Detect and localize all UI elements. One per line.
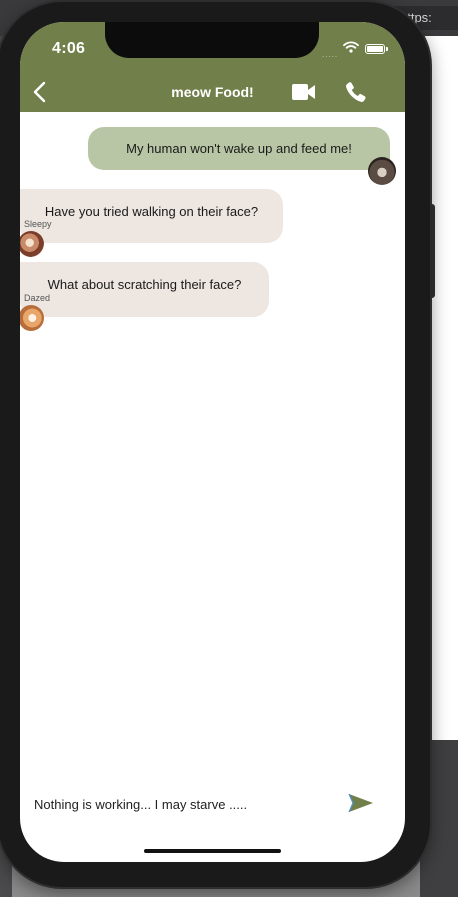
phone-notch — [105, 22, 319, 58]
wifi-icon — [343, 41, 359, 53]
video-camera-icon — [292, 84, 315, 100]
outgoing-message: My human won't wake up and feed me! — [88, 127, 390, 170]
video-call-button[interactable] — [292, 83, 316, 101]
battery-tip — [386, 47, 388, 51]
status-time: 4:06 — [52, 40, 86, 57]
voice-call-button[interactable] — [345, 81, 367, 103]
message-composer — [20, 785, 405, 821]
avatar — [368, 157, 396, 185]
desktop: https: 4:06 ..... meow Food! My human wo… — [0, 0, 458, 897]
message-list[interactable]: My human won't wake up and feed me! Have… — [20, 112, 405, 772]
incoming-message: What about scratching their face? — [20, 262, 269, 317]
message-text: What about scratching their face? — [47, 277, 242, 292]
incoming-message: Have you tried walking on their face? — [20, 189, 283, 243]
phone-side-button — [430, 204, 435, 298]
phone-screen: 4:06 ..... meow Food! My human won't wak… — [20, 22, 405, 862]
avatar — [20, 231, 44, 257]
phone-icon — [346, 82, 366, 102]
sender-name: Dazed — [24, 293, 51, 303]
home-indicator — [144, 849, 281, 853]
avatar — [20, 305, 44, 331]
message-text: Have you tried walking on their face? — [44, 204, 259, 219]
cellular-signal: ..... — [322, 50, 339, 59]
message-input[interactable] — [32, 791, 336, 817]
sender-name: Sleepy — [24, 219, 52, 229]
chat-header: 4:06 ..... meow Food! — [20, 22, 405, 112]
battery-icon — [365, 44, 385, 54]
send-icon — [348, 793, 373, 813]
send-button[interactable] — [348, 793, 374, 813]
message-text: My human won't wake up and feed me! — [126, 141, 352, 156]
